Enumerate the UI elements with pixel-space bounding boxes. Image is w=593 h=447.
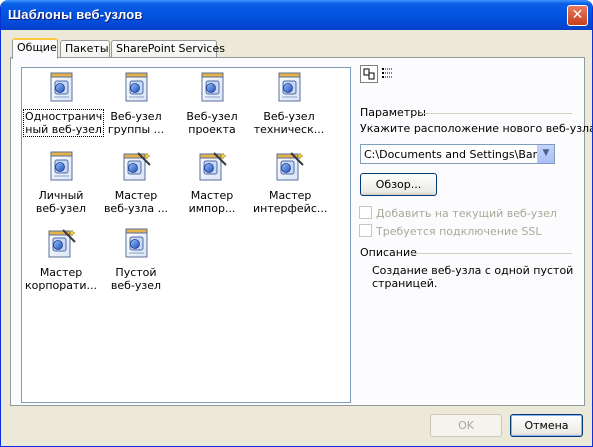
tab-label: SharePoint Services bbox=[116, 42, 225, 55]
checkbox-box bbox=[359, 224, 372, 237]
tab-sharepoint-services[interactable]: SharePoint Services bbox=[111, 40, 225, 58]
ok-button-label: OK bbox=[458, 419, 474, 432]
location-value: C:\Documents and Settings\Barter\M bbox=[364, 148, 555, 161]
template-corporate-wizard[interactable]: Мастер корпорати... bbox=[24, 228, 98, 292]
cancel-button-label: Отмена bbox=[524, 419, 569, 432]
single-page-web-icon bbox=[45, 72, 77, 104]
tab-general[interactable]: Общие bbox=[12, 38, 58, 59]
parameters-group-divider bbox=[420, 113, 572, 114]
chevron-down-icon[interactable]: ▼ bbox=[537, 145, 554, 163]
title-bar[interactable]: Шаблоны веб-узлов ✕ bbox=[1, 0, 592, 30]
cancel-button[interactable]: Отмена bbox=[510, 414, 583, 437]
ok-button[interactable]: OK bbox=[430, 414, 502, 437]
template-label: Веб-узел группы ... bbox=[107, 110, 165, 136]
templates-list[interactable]: Одностранич ный веб-узел Веб-узел группы .… bbox=[21, 67, 351, 403]
template-support-web[interactable]: Веб-узел техническ... bbox=[252, 72, 326, 136]
ssl-required-checkbox[interactable]: Требуется подключение SSL bbox=[359, 224, 542, 238]
template-team-web[interactable]: Веб-узел группы ... bbox=[99, 72, 173, 136]
template-import-wizard[interactable]: Мастер импор... bbox=[175, 151, 249, 215]
large-icons-icon bbox=[363, 68, 375, 80]
tab-packages[interactable]: Пакеты bbox=[60, 40, 110, 58]
template-label: Личный веб-узел bbox=[35, 189, 87, 215]
template-label: Мастер интерфейс... bbox=[253, 189, 328, 215]
close-icon: ✕ bbox=[571, 7, 584, 23]
description-group-divider bbox=[409, 253, 572, 254]
browse-button-label: Обзор... bbox=[375, 178, 422, 191]
location-combobox[interactable]: C:\Documents and Settings\Barter\M ▼ bbox=[360, 144, 555, 164]
browse-button[interactable]: Обзор... bbox=[360, 173, 437, 196]
wizard-web-icon bbox=[120, 151, 152, 183]
template-personal-web[interactable]: Личный веб-узел bbox=[24, 151, 98, 215]
template-web-wizard[interactable]: Мастер веб-узла ... bbox=[99, 151, 173, 215]
large-icons-view-button[interactable] bbox=[360, 65, 378, 83]
team-web-icon bbox=[120, 72, 152, 104]
checkbox-label: Требуется подключение SSL bbox=[376, 225, 542, 238]
parameters-group-label: Параметры bbox=[360, 106, 426, 119]
template-single-page-web[interactable]: Одностранич ный веб-узел bbox=[22, 72, 105, 137]
personal-web-icon bbox=[45, 151, 77, 183]
details-list-icon bbox=[382, 68, 393, 78]
corporate-wizard-icon bbox=[45, 228, 77, 260]
template-project-web[interactable]: Веб-узел проекта bbox=[175, 72, 249, 136]
close-button[interactable]: ✕ bbox=[567, 5, 588, 26]
template-interface-wizard[interactable]: Мастер интерфейс... bbox=[252, 151, 328, 215]
template-label: Одностранич ный веб-узел bbox=[22, 109, 105, 137]
project-web-icon bbox=[196, 72, 228, 104]
web-templates-dialog: Шаблоны веб-узлов ✕ Общие Пакеты SharePo… bbox=[0, 0, 593, 447]
details-view-button[interactable] bbox=[380, 65, 398, 83]
interface-wizard-icon bbox=[273, 151, 305, 183]
import-wizard-icon bbox=[196, 151, 228, 183]
template-label: Мастер веб-узла ... bbox=[103, 189, 169, 215]
add-to-current-web-checkbox[interactable]: Добавить на текущий веб-узел bbox=[359, 206, 557, 220]
template-label: Мастер импор... bbox=[188, 189, 236, 215]
location-label: Укажите расположение нового веб-узла: bbox=[360, 122, 593, 135]
tab-label: Пакеты bbox=[65, 42, 109, 55]
checkbox-box bbox=[359, 206, 372, 219]
template-label: Мастер корпорати... bbox=[25, 266, 98, 292]
tab-page-general: Одностранич ный веб-узел Веб-узел группы .… bbox=[10, 57, 592, 406]
support-web-icon bbox=[273, 72, 305, 104]
template-label: Пустой веб-узел bbox=[110, 266, 162, 292]
checkbox-label: Добавить на текущий веб-узел bbox=[376, 207, 557, 220]
tab-label: Общие bbox=[17, 41, 57, 54]
template-label: Веб-узел техническ... bbox=[253, 110, 325, 136]
template-empty-web[interactable]: Пустой веб-узел bbox=[99, 228, 173, 292]
dialog-title: Шаблоны веб-узлов bbox=[8, 7, 143, 22]
template-label: Веб-узел проекта bbox=[186, 110, 238, 136]
description-text: Создание веб-узла с одной пустой странице… bbox=[372, 264, 574, 290]
empty-web-icon bbox=[120, 228, 152, 260]
